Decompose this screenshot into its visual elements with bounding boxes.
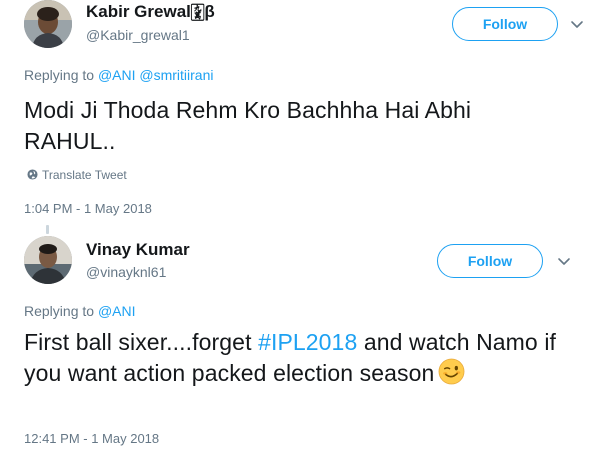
avatar[interactable] <box>24 236 72 284</box>
mention-link[interactable]: @ANI <box>98 303 136 319</box>
tweet: Vinay Kumar @vinayknl61 Follow Replying … <box>0 225 600 450</box>
user-handle[interactable]: @Kabir_grewal1 <box>86 27 190 43</box>
tweet-text: First ball sixer....forget #IPL2018 and … <box>24 327 564 389</box>
replying-to: Replying to @ANI <box>24 303 136 319</box>
tweet-text-part: First ball sixer....forget <box>24 329 259 355</box>
user-name[interactable]: Kabir Grewal🀏β <box>86 2 215 22</box>
chevron-down-icon[interactable] <box>556 253 572 269</box>
translate-label: Translate Tweet <box>42 168 127 182</box>
tweet-timestamp[interactable]: 12:41 PM - 1 May 2018 <box>24 431 159 446</box>
replying-to: Replying to @ANI @smritiirani <box>24 67 214 83</box>
winking-face-emoji <box>438 358 465 385</box>
tweet-timestamp[interactable]: 1:04 PM - 1 May 2018 <box>24 201 152 216</box>
user-handle[interactable]: @vinayknl61 <box>86 264 166 280</box>
replying-prefix: Replying to <box>24 303 95 319</box>
thread-connector <box>46 225 49 234</box>
avatar[interactable] <box>24 0 72 48</box>
globe-icon <box>27 169 38 180</box>
follow-button[interactable]: Follow <box>452 7 558 41</box>
tweet-text: Modi Ji Thoda Rehm Kro Bachhha Hai Abhi … <box>24 97 472 154</box>
user-name[interactable]: Vinay Kumar <box>86 240 190 260</box>
chevron-down-icon[interactable] <box>569 16 585 32</box>
replying-prefix: Replying to <box>24 67 95 83</box>
hashtag-link[interactable]: #IPL2018 <box>258 329 357 355</box>
follow-button[interactable]: Follow <box>437 244 543 278</box>
tweet: Kabir Grewal🀏β @Kabir_grewal1 Follow Rep… <box>0 0 600 225</box>
translate-tweet-link[interactable]: Translate Tweet <box>27 168 127 182</box>
mention-link[interactable]: @ANI <box>98 67 136 83</box>
mention-link[interactable]: @smritiirani <box>139 67 213 83</box>
